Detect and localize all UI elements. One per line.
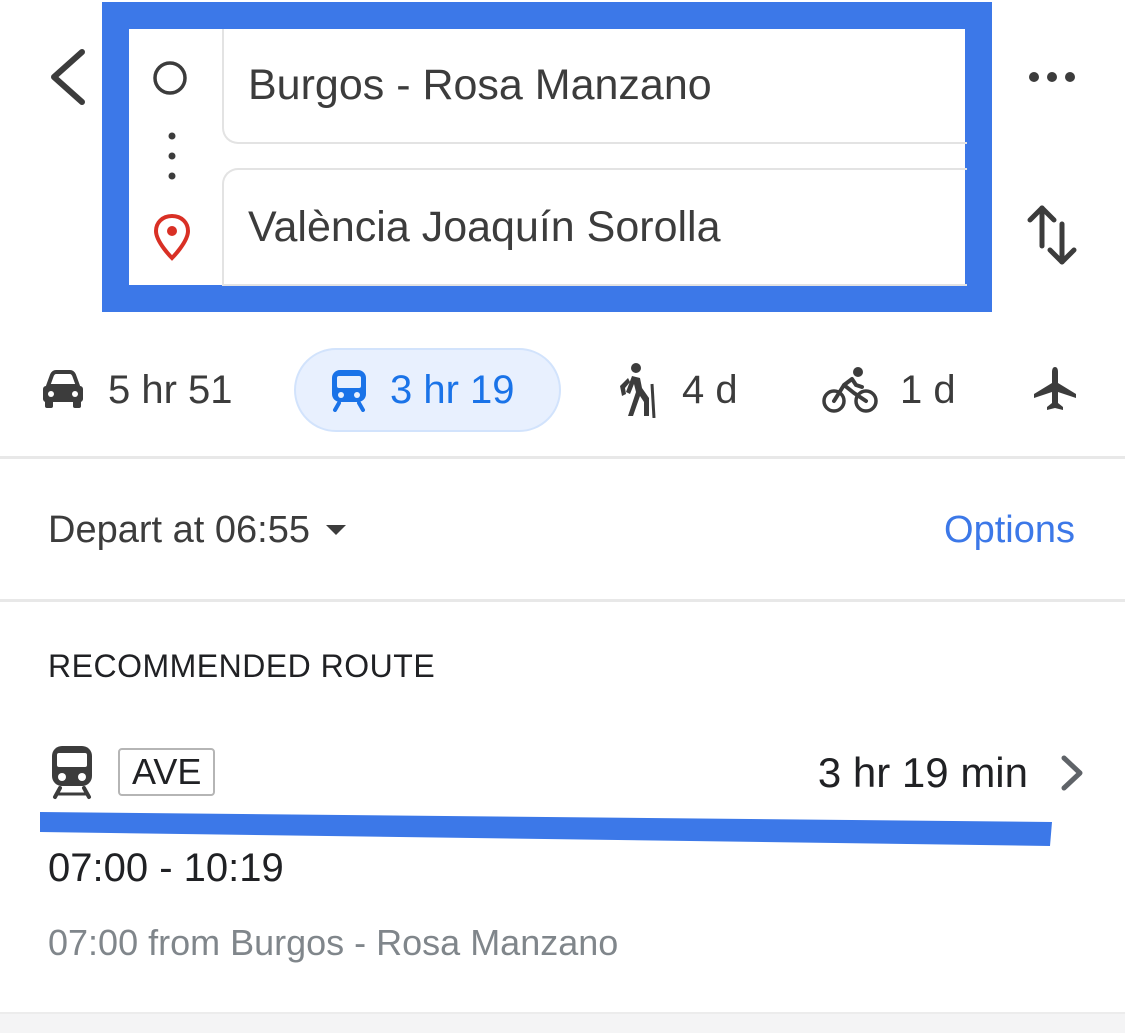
train-icon bbox=[48, 744, 96, 800]
caret-down-icon bbox=[325, 525, 346, 535]
mode-walk-button[interactable]: 4 d bbox=[614, 348, 738, 432]
train-icon bbox=[332, 370, 366, 412]
bicycle-icon bbox=[822, 367, 878, 413]
mode-drive-button[interactable]: 5 hr 51 bbox=[40, 348, 233, 432]
bottom-separator bbox=[0, 1012, 1125, 1033]
chevron-right-icon bbox=[1054, 752, 1088, 794]
destination-pin-icon bbox=[150, 212, 194, 262]
origin-circle-icon bbox=[150, 58, 190, 98]
departure-station-text: 07:00 from Burgos - Rosa Manzano bbox=[48, 922, 619, 963]
mode-bike-button[interactable]: 1 d bbox=[822, 348, 956, 432]
depart-time-label: Depart at 06:55 bbox=[48, 508, 310, 551]
mode-transit-label: 3 hr 19 bbox=[390, 367, 515, 412]
airplane-icon bbox=[1034, 367, 1076, 410]
mode-bike-label: 1 d bbox=[900, 367, 956, 412]
section-title: RECOMMENDED ROUTE bbox=[48, 648, 436, 684]
more-horizontal-icon[interactable] bbox=[1022, 62, 1082, 92]
back-icon[interactable] bbox=[40, 42, 100, 112]
divider bbox=[0, 456, 1125, 459]
destination-input[interactable]: València Joaquín Sorolla bbox=[222, 168, 967, 286]
swap-vertical-icon[interactable] bbox=[1022, 200, 1082, 270]
options-link[interactable]: Options bbox=[944, 500, 1075, 560]
route-dots-icon bbox=[160, 128, 184, 184]
origin-input[interactable]: Burgos - Rosa Manzano bbox=[222, 29, 967, 144]
line-badge: AVE bbox=[118, 748, 216, 796]
route-card[interactable]: AVE 3 hr 19 min bbox=[48, 740, 1088, 806]
mode-transit-button[interactable]: 3 hr 19 bbox=[294, 348, 561, 432]
car-icon bbox=[43, 370, 83, 408]
route-duration: 3 hr 19 min bbox=[817, 749, 1028, 796]
depart-time-dropdown[interactable]: Depart at 06:55 bbox=[48, 500, 346, 560]
mode-walk-label: 4 d bbox=[682, 367, 738, 412]
hiking-icon bbox=[620, 363, 656, 418]
mode-drive-label: 5 hr 51 bbox=[108, 367, 233, 412]
divider bbox=[0, 599, 1125, 602]
mode-flight-button[interactable] bbox=[1030, 348, 1080, 432]
time-range: 07:00 - 10:19 bbox=[48, 846, 284, 890]
annotation-underline bbox=[38, 808, 1054, 848]
